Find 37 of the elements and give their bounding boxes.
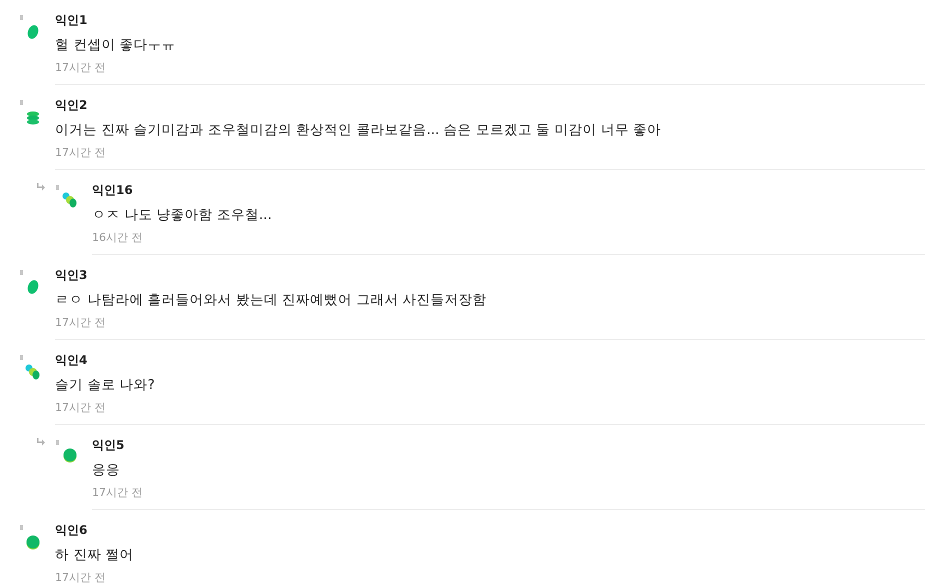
avatar-icon (25, 109, 41, 125)
author-name[interactable]: 익인6 (55, 522, 925, 538)
comment-time: 17시간 전 (55, 315, 106, 331)
comment-time: 17시간 전 (55, 400, 106, 416)
avatar-icon (25, 534, 41, 550)
marker-icon (20, 355, 23, 360)
comment-time: 17시간 전 (55, 570, 106, 583)
avatar-icon (25, 279, 41, 295)
marker-icon (20, 525, 23, 530)
marker-icon (20, 15, 23, 20)
avatar-icon (62, 192, 78, 208)
reply-arrow-icon (36, 183, 45, 191)
comment-time: 16시간 전 (92, 230, 144, 246)
comment-text: ㅇㅈ 나도 냥좋아함 조우철... (92, 206, 273, 225)
author-name[interactable]: 익인5 (92, 437, 925, 453)
author-name[interactable]: 익인4 (55, 352, 925, 368)
author-name[interactable]: 익인16 (92, 182, 925, 198)
comment-text: 하 진짜 쩔어 (55, 546, 135, 565)
comment-text: 헐 컨셉이 좋다ㅜㅠ (55, 36, 177, 55)
comment-text: 슬기 솔로 나와? (55, 376, 156, 395)
comment-time: 17시간 전 (92, 485, 144, 501)
comment-text: 이거는 진짜 슬기미감과 조우철미감의 환상적인 콜라보같음... 슴은 모르겠고 둘 미감이 너무 좋아 (55, 121, 662, 140)
avatar-icon (25, 24, 41, 40)
author-name[interactable]: 익인3 (55, 267, 925, 283)
comment-time: 17시간 전 (55, 60, 106, 76)
marker-icon (56, 440, 59, 445)
avatar-icon (25, 364, 41, 380)
avatar-icon (62, 447, 78, 463)
reply-arrow-icon (36, 438, 45, 446)
author-name[interactable]: 익인2 (55, 97, 925, 113)
marker-icon (56, 185, 59, 190)
comment-text: 응응 (92, 461, 121, 480)
comment-text: ㄹㅇ 나탐라에 흘러들어와서 봤는데 진짜예뻤어 그래서 사진들저장함 (55, 291, 488, 310)
author-name[interactable]: 익인1 (55, 12, 925, 28)
marker-icon (20, 270, 23, 275)
comment-time: 17시간 전 (55, 145, 106, 161)
marker-icon (20, 100, 23, 105)
